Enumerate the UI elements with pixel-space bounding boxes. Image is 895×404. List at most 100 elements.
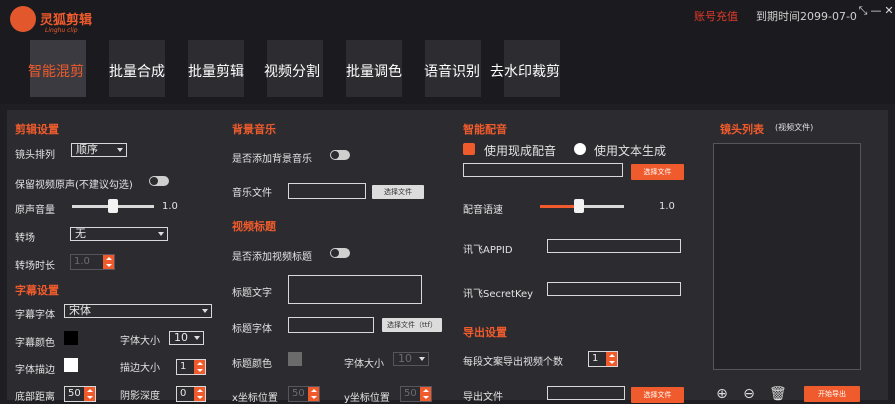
export-choose-file-button[interactable]: 选择文件	[631, 387, 684, 403]
stepper-arrows-icon[interactable]	[308, 387, 319, 401]
stepper-arrows-icon[interactable]	[606, 352, 617, 366]
edit-settings-heading: 剪辑设置	[15, 123, 59, 136]
subtitle-font-label: 字幕字体	[15, 310, 55, 321]
minimize-icon[interactable]: —	[870, 4, 882, 18]
bgm-heading: 背景音乐	[232, 123, 276, 136]
stepper-arrows-icon[interactable]	[194, 387, 205, 401]
title-size-select[interactable]: 10	[393, 352, 429, 366]
stroke-size-label: 描边大小	[120, 363, 160, 374]
x-position-label: x坐标位置	[232, 393, 278, 404]
app-logo-title: 灵狐剪辑	[40, 13, 93, 28]
tab-label: 批量剪辑	[188, 64, 244, 80]
use-existing-dubbing-label: 使用现成配音	[484, 144, 557, 158]
video-title-heading: 视频标题	[232, 220, 276, 233]
speed-value: 1.0	[659, 201, 675, 212]
transition-value: 无	[75, 227, 86, 240]
title-font-input[interactable]	[288, 317, 374, 333]
subtitle-settings-heading: 字幕设置	[15, 284, 59, 297]
chevron-down-icon	[117, 148, 123, 152]
tab-label: 智能混剪	[28, 64, 84, 80]
shot-order-select[interactable]: 顺序	[71, 143, 127, 157]
dubbing-file-input[interactable]	[463, 163, 623, 177]
speed-slider-handle[interactable]	[574, 199, 584, 213]
y-position-label: y坐标位置	[344, 393, 390, 404]
export-count-label: 每段文案导出视频个数	[463, 357, 563, 368]
tab-label: 语音识别	[424, 64, 480, 80]
chevron-down-icon	[194, 336, 200, 340]
recharge-link[interactable]: 账号充值	[694, 8, 738, 24]
toggle-knob	[331, 249, 339, 257]
export-count-stepper[interactable]: 1	[588, 351, 618, 367]
bottom-distance-value: 50	[68, 388, 81, 399]
restore-icon[interactable]: ⤡	[857, 4, 869, 18]
tab-label: 批量调色	[346, 64, 402, 80]
stroke-size-value: 1	[180, 361, 187, 372]
transition-duration-label: 转场时长	[15, 261, 55, 272]
subtitle-font-select[interactable]: 宋体	[64, 304, 212, 318]
toggle-knob	[150, 177, 158, 185]
stepper-arrows-icon[interactable]	[194, 360, 205, 374]
transition-select[interactable]: 无	[70, 227, 168, 241]
volume-value: 1.0	[162, 201, 178, 212]
use-text-dubbing-label: 使用文本生成	[594, 144, 667, 158]
appid-label: 讯飞APPID	[463, 245, 513, 256]
transition-label: 转场	[15, 233, 35, 244]
title-choose-font-button[interactable]: 选择文件（ttf）	[382, 318, 442, 332]
use-text-dubbing-radio[interactable]	[574, 143, 586, 155]
tab-label: 批量合成	[109, 64, 165, 80]
title-text-input[interactable]	[288, 275, 422, 304]
music-choose-file-button[interactable]: 选择文件	[372, 185, 424, 199]
stepper-arrows-icon[interactable]	[420, 387, 431, 401]
appid-input[interactable]	[547, 239, 681, 253]
export-heading: 导出设置	[463, 326, 507, 339]
bottom-distance-label: 底部距离	[15, 392, 55, 403]
shot-list-subtitle: (视频文件)	[775, 123, 814, 132]
shot-order-label: 镜头排列	[15, 150, 55, 161]
shot-list[interactable]	[713, 143, 861, 370]
tab-label: 去水印裁剪	[490, 64, 560, 80]
transition-duration-stepper[interactable]: 1.0	[70, 254, 115, 270]
chevron-down-icon	[202, 309, 208, 313]
dubbing-choose-file-button[interactable]: 选择文件	[631, 164, 684, 180]
expire-date: 到期时间2099-07-0	[756, 10, 857, 23]
export-count-value: 1	[592, 353, 599, 364]
chevron-down-icon	[158, 232, 164, 236]
stroke-size-stepper[interactable]: 1	[176, 359, 206, 375]
keep-audio-toggle[interactable]	[149, 176, 169, 186]
shot-list-heading: 镜头列表	[720, 123, 764, 136]
bgm-add-toggle[interactable]	[330, 150, 350, 160]
music-file-input[interactable]	[288, 183, 366, 199]
toggle-knob	[331, 151, 339, 159]
tab-label: 视频分割	[264, 64, 320, 80]
subtitle-size-value: 10	[174, 331, 188, 344]
title-size-value: 10	[398, 352, 412, 365]
volume-label: 原声音量	[15, 205, 55, 216]
title-font-label: 标题字体	[232, 324, 272, 335]
subtitle-size-select[interactable]: 10	[169, 331, 204, 345]
title-add-toggle[interactable]	[330, 248, 350, 258]
music-file-label: 音乐文件	[232, 188, 272, 199]
speed-label: 配音语速	[463, 205, 503, 216]
use-existing-dubbing-checkbox[interactable]	[463, 143, 475, 155]
secret-key-input[interactable]	[547, 282, 681, 296]
subtitle-color-swatch[interactable]	[64, 331, 78, 345]
transition-duration-value: 1.0	[74, 256, 90, 267]
secret-key-label: 讯飞SecretKey	[463, 289, 534, 300]
shot-order-value: 顺序	[76, 143, 98, 156]
close-icon[interactable]: ✕	[883, 4, 895, 18]
y-position-value: 50	[404, 388, 417, 399]
subtitle-stroke-label: 字体描边	[15, 365, 55, 376]
title-text-label: 标题文字	[232, 288, 272, 299]
title-color-swatch[interactable]	[288, 352, 302, 366]
app-logo-subtitle: Linghu clip	[45, 27, 78, 34]
title-size-label: 字体大小	[344, 359, 384, 370]
stepper-arrows-icon[interactable]	[103, 255, 114, 269]
export-file-input[interactable]	[547, 386, 625, 400]
fox-logo-icon	[10, 6, 36, 32]
stepper-arrows-icon[interactable]	[84, 387, 95, 401]
bgm-add-label: 是否添加背景音乐	[232, 154, 312, 165]
subtitle-stroke-swatch[interactable]	[64, 358, 78, 372]
volume-slider-handle[interactable]	[108, 199, 118, 213]
keep-audio-label: 保留视频原声(不建议勾选)	[15, 180, 133, 191]
shadow-depth-value: 0	[180, 388, 187, 399]
